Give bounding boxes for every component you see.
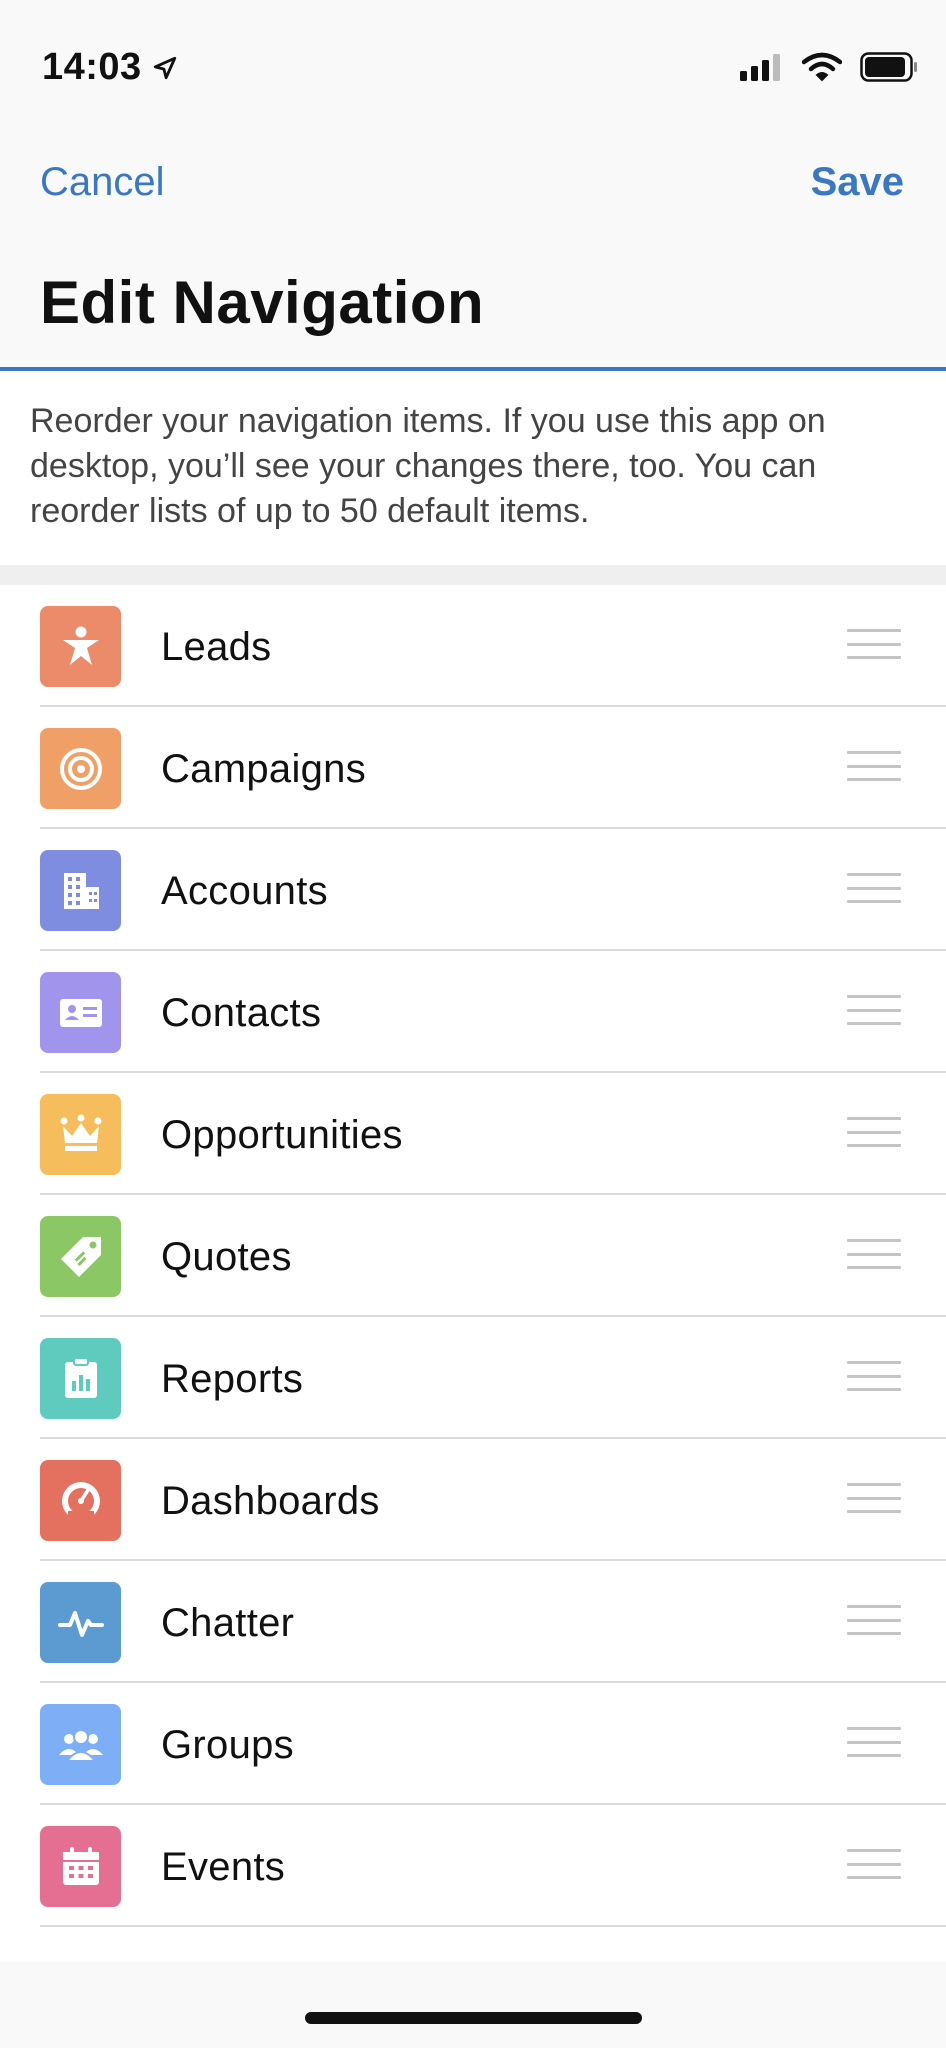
nav-item-groups[interactable]: Groups <box>0 1683 946 1805</box>
contact-card-icon <box>40 972 121 1053</box>
cellular-signal-icon <box>740 54 780 81</box>
drag-handle-icon[interactable] <box>847 1239 901 1269</box>
nav-item-label: Events <box>161 1845 286 1889</box>
save-button[interactable]: Save <box>811 160 904 205</box>
nav-item-leads[interactable]: Leads <box>0 585 946 707</box>
pulse-icon <box>40 1582 121 1663</box>
nav-item-quotes[interactable]: Quotes <box>0 1195 946 1317</box>
description-panel: Reorder your navigation items. If you us… <box>0 371 946 565</box>
drag-handle-icon[interactable] <box>847 1727 901 1757</box>
lead-person-icon <box>40 606 121 687</box>
cancel-button[interactable]: Cancel <box>40 160 165 205</box>
page-title: Edit Navigation <box>40 269 485 336</box>
nav-item-dashboards[interactable]: Dashboards <box>0 1439 946 1561</box>
nav-item-campaigns[interactable]: Campaigns <box>0 707 946 829</box>
drag-handle-icon[interactable] <box>847 1483 901 1513</box>
location-arrow-icon <box>153 56 176 79</box>
description-text: Reorder your navigation items. If you us… <box>30 402 826 530</box>
nav-item-label: Opportunities <box>161 1113 403 1157</box>
report-clipboard-icon <box>40 1338 121 1419</box>
nav-item-label: Reports <box>161 1357 304 1401</box>
building-icon <box>40 850 121 931</box>
drag-handle-icon[interactable] <box>847 629 901 659</box>
crown-icon <box>40 1094 121 1175</box>
section-separator <box>0 565 946 585</box>
status-icons <box>740 52 918 82</box>
nav-item-events[interactable]: Events <box>0 1805 946 1927</box>
status-time: 14:03 <box>42 46 178 89</box>
nav-item-opportunities[interactable]: Opportunities <box>0 1073 946 1195</box>
drag-handle-icon[interactable] <box>847 1117 901 1147</box>
drag-handle-icon[interactable] <box>847 873 901 903</box>
target-icon <box>40 728 121 809</box>
nav-item-label: Quotes <box>161 1235 292 1279</box>
status-time-text: 14:03 <box>42 46 142 88</box>
drag-handle-icon[interactable] <box>847 1605 901 1635</box>
group-people-icon <box>40 1704 121 1785</box>
gauge-icon <box>40 1460 121 1541</box>
price-tag-icon <box>40 1216 121 1297</box>
nav-item-label: Leads <box>161 625 272 669</box>
nav-item-reports[interactable]: Reports <box>0 1317 946 1439</box>
nav-item-label: Accounts <box>161 869 328 913</box>
drag-handle-icon[interactable] <box>847 751 901 781</box>
drag-handle-icon[interactable] <box>847 1849 901 1879</box>
nav-item-label: Contacts <box>161 991 322 1035</box>
status-bar: 14:03 <box>0 0 946 130</box>
battery-icon <box>860 52 917 82</box>
home-indicator[interactable] <box>305 2012 642 2024</box>
drag-handle-icon[interactable] <box>847 995 901 1025</box>
navigation-item-list: Leads Campaigns Accounts Contacts Opport… <box>0 585 946 1962</box>
nav-item-label: Chatter <box>161 1601 295 1645</box>
drag-handle-icon[interactable] <box>847 1361 901 1391</box>
wifi-icon <box>802 52 842 82</box>
calendar-icon <box>40 1826 121 1907</box>
nav-item-chatter[interactable]: Chatter <box>0 1561 946 1683</box>
nav-item-contacts[interactable]: Contacts <box>0 951 946 1073</box>
nav-item-label: Dashboards <box>161 1479 380 1523</box>
nav-item-accounts[interactable]: Accounts <box>0 829 946 951</box>
nav-bar: Cancel Save <box>0 150 946 216</box>
nav-item-label: Groups <box>161 1723 294 1767</box>
nav-item-label: Campaigns <box>161 747 367 791</box>
